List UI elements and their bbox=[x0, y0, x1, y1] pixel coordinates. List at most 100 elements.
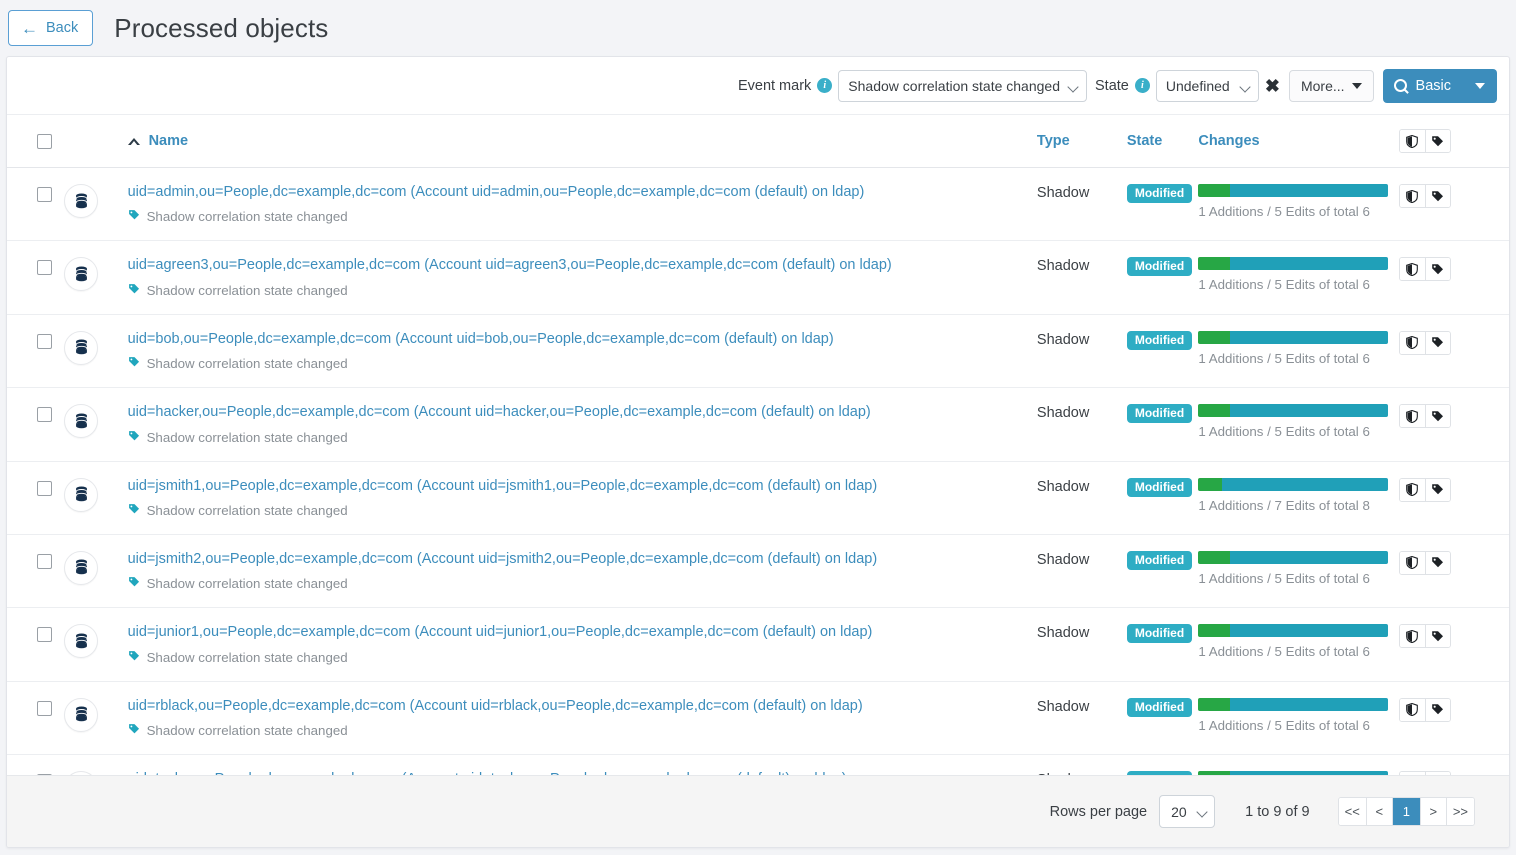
object-link[interactable]: uid=junior1,ou=People,dc=example,dc=com … bbox=[128, 624, 1037, 641]
row-checkbox[interactable] bbox=[37, 701, 52, 716]
changes-progress-bar bbox=[1198, 257, 1388, 270]
sort-by-name[interactable]: Name bbox=[128, 133, 189, 149]
shield-icon[interactable] bbox=[1400, 479, 1425, 501]
more-filters-button[interactable]: More... bbox=[1289, 70, 1374, 102]
row-icon-cell bbox=[64, 755, 127, 775]
type-header[interactable]: Type bbox=[1037, 115, 1127, 168]
pagination-button[interactable]: >> bbox=[1446, 798, 1474, 825]
row-actions-cell bbox=[1399, 388, 1509, 461]
shield-icon[interactable] bbox=[1400, 258, 1425, 280]
changes-progress-bar bbox=[1198, 184, 1388, 197]
row-icon-cell bbox=[64, 168, 127, 241]
shield-icon[interactable] bbox=[1400, 699, 1425, 721]
progress-edits-segment bbox=[1230, 404, 1388, 417]
rows-per-page-label: Rows per page bbox=[1050, 804, 1148, 820]
object-link[interactable]: uid=agreen3,ou=People,dc=example,dc=com … bbox=[128, 257, 1037, 274]
rows-per-page-value: 20 bbox=[1171, 804, 1187, 820]
progress-edits-segment bbox=[1230, 624, 1388, 637]
back-button-label: Back bbox=[46, 20, 78, 36]
row-event-mark-label: Shadow correlation state changed bbox=[147, 650, 348, 665]
pagination-button[interactable]: > bbox=[1420, 798, 1446, 825]
row-checkbox[interactable] bbox=[37, 481, 52, 496]
row-type-cell: Shadow bbox=[1037, 314, 1127, 387]
row-select-cell bbox=[7, 608, 64, 681]
object-link[interactable]: uid=rblack,ou=People,dc=example,dc=com (… bbox=[128, 698, 1037, 715]
shield-icon[interactable] bbox=[1400, 405, 1425, 427]
progress-edits-segment bbox=[1230, 257, 1388, 270]
row-event-mark: Shadow correlation state changed bbox=[128, 283, 1037, 298]
tag-icon[interactable] bbox=[1425, 405, 1450, 427]
object-link[interactable]: uid=jsmith1,ou=People,dc=example,dc=com … bbox=[128, 478, 1037, 495]
rows-per-page-select[interactable]: 20 bbox=[1159, 795, 1215, 828]
pagination-button[interactable]: << bbox=[1339, 798, 1366, 825]
progress-additions-segment bbox=[1198, 404, 1230, 417]
changes-summary: 1 Additions / 5 Edits of total 6 bbox=[1198, 351, 1398, 366]
row-checkbox[interactable] bbox=[37, 554, 52, 569]
table-row: uid=jsmith1,ou=People,dc=example,dc=com … bbox=[7, 461, 1509, 534]
object-link[interactable]: uid=admin,ou=People,dc=example,dc=com (A… bbox=[128, 184, 1037, 201]
shield-icon[interactable] bbox=[1400, 332, 1425, 354]
basic-search-button[interactable]: Basic bbox=[1383, 69, 1497, 103]
event-mark-select[interactable]: Shadow correlation state changed bbox=[838, 70, 1087, 102]
row-event-mark: Shadow correlation state changed bbox=[128, 723, 1037, 738]
row-actions-cell bbox=[1399, 314, 1509, 387]
shield-icon[interactable] bbox=[1400, 185, 1425, 207]
shield-icon[interactable] bbox=[1400, 625, 1425, 647]
info-icon[interactable]: i bbox=[817, 78, 832, 93]
row-actions-cell bbox=[1399, 168, 1509, 241]
changes-progress-bar bbox=[1198, 331, 1388, 344]
tag-icon bbox=[128, 430, 140, 445]
progress-edits-segment bbox=[1230, 184, 1388, 197]
row-checkbox[interactable] bbox=[37, 260, 52, 275]
row-event-mark-label: Shadow correlation state changed bbox=[147, 283, 348, 298]
chevron-down-icon[interactable] bbox=[1475, 83, 1485, 89]
shield-icon[interactable] bbox=[1400, 552, 1425, 574]
event-mark-filter: Event mark i Shadow correlation state ch… bbox=[738, 70, 1087, 102]
row-type-cell: Shadow bbox=[1037, 241, 1127, 314]
row-changes-cell: 1 Additions / 5 Edits of total 6 bbox=[1198, 755, 1398, 775]
state-value: Undefined bbox=[1166, 78, 1230, 94]
back-button[interactable]: ← Back bbox=[8, 10, 93, 46]
pagination-button[interactable]: 1 bbox=[1392, 798, 1420, 825]
tag-icon bbox=[128, 650, 140, 665]
row-type-cell: Shadow bbox=[1037, 534, 1127, 607]
object-link[interactable]: uid=jsmith2,ou=People,dc=example,dc=com … bbox=[128, 551, 1037, 568]
state-header[interactable]: State bbox=[1127, 115, 1199, 168]
pagination-button[interactable]: < bbox=[1366, 798, 1392, 825]
object-link[interactable]: uid=hacker,ou=People,dc=example,dc=com (… bbox=[128, 404, 1037, 421]
shield-icon[interactable] bbox=[1400, 130, 1425, 152]
row-changes-cell: 1 Additions / 5 Edits of total 6 bbox=[1198, 681, 1398, 754]
close-icon[interactable]: ✖ bbox=[1265, 77, 1280, 95]
changes-summary: 1 Additions / 5 Edits of total 6 bbox=[1198, 644, 1398, 659]
database-icon bbox=[64, 257, 98, 291]
tag-icon bbox=[128, 356, 140, 371]
row-checkbox[interactable] bbox=[37, 334, 52, 349]
arrow-left-icon: ← bbox=[21, 20, 38, 37]
tag-icon[interactable] bbox=[1425, 185, 1450, 207]
row-checkbox[interactable] bbox=[37, 187, 52, 202]
object-link[interactable]: uid=bob,ou=People,dc=example,dc=com (Acc… bbox=[128, 331, 1037, 348]
changes-header[interactable]: Changes bbox=[1198, 115, 1398, 168]
tag-icon[interactable] bbox=[1425, 332, 1450, 354]
tag-icon[interactable] bbox=[1425, 130, 1450, 152]
row-checkbox[interactable] bbox=[37, 407, 52, 422]
tag-icon[interactable] bbox=[1425, 479, 1450, 501]
table-row: uid=admin,ou=People,dc=example,dc=com (A… bbox=[7, 168, 1509, 241]
info-icon[interactable]: i bbox=[1135, 78, 1150, 93]
name-header: Name bbox=[128, 115, 1037, 168]
row-type: Shadow bbox=[1037, 258, 1089, 274]
tag-icon[interactable] bbox=[1425, 625, 1450, 647]
icon-header bbox=[64, 115, 127, 168]
tag-icon[interactable] bbox=[1425, 552, 1450, 574]
tag-icon[interactable] bbox=[1425, 258, 1450, 280]
row-event-mark-label: Shadow correlation state changed bbox=[147, 430, 348, 445]
row-actions-cell bbox=[1399, 461, 1509, 534]
row-checkbox[interactable] bbox=[37, 627, 52, 642]
table-row: uid=agreen3,ou=People,dc=example,dc=com … bbox=[7, 241, 1509, 314]
tag-icon[interactable] bbox=[1425, 699, 1450, 721]
row-type-cell: Shadow bbox=[1037, 461, 1127, 534]
database-icon bbox=[64, 331, 98, 365]
select-all-checkbox[interactable] bbox=[37, 134, 52, 149]
state-select[interactable]: Undefined bbox=[1156, 70, 1259, 102]
progress-additions-segment bbox=[1198, 478, 1222, 491]
